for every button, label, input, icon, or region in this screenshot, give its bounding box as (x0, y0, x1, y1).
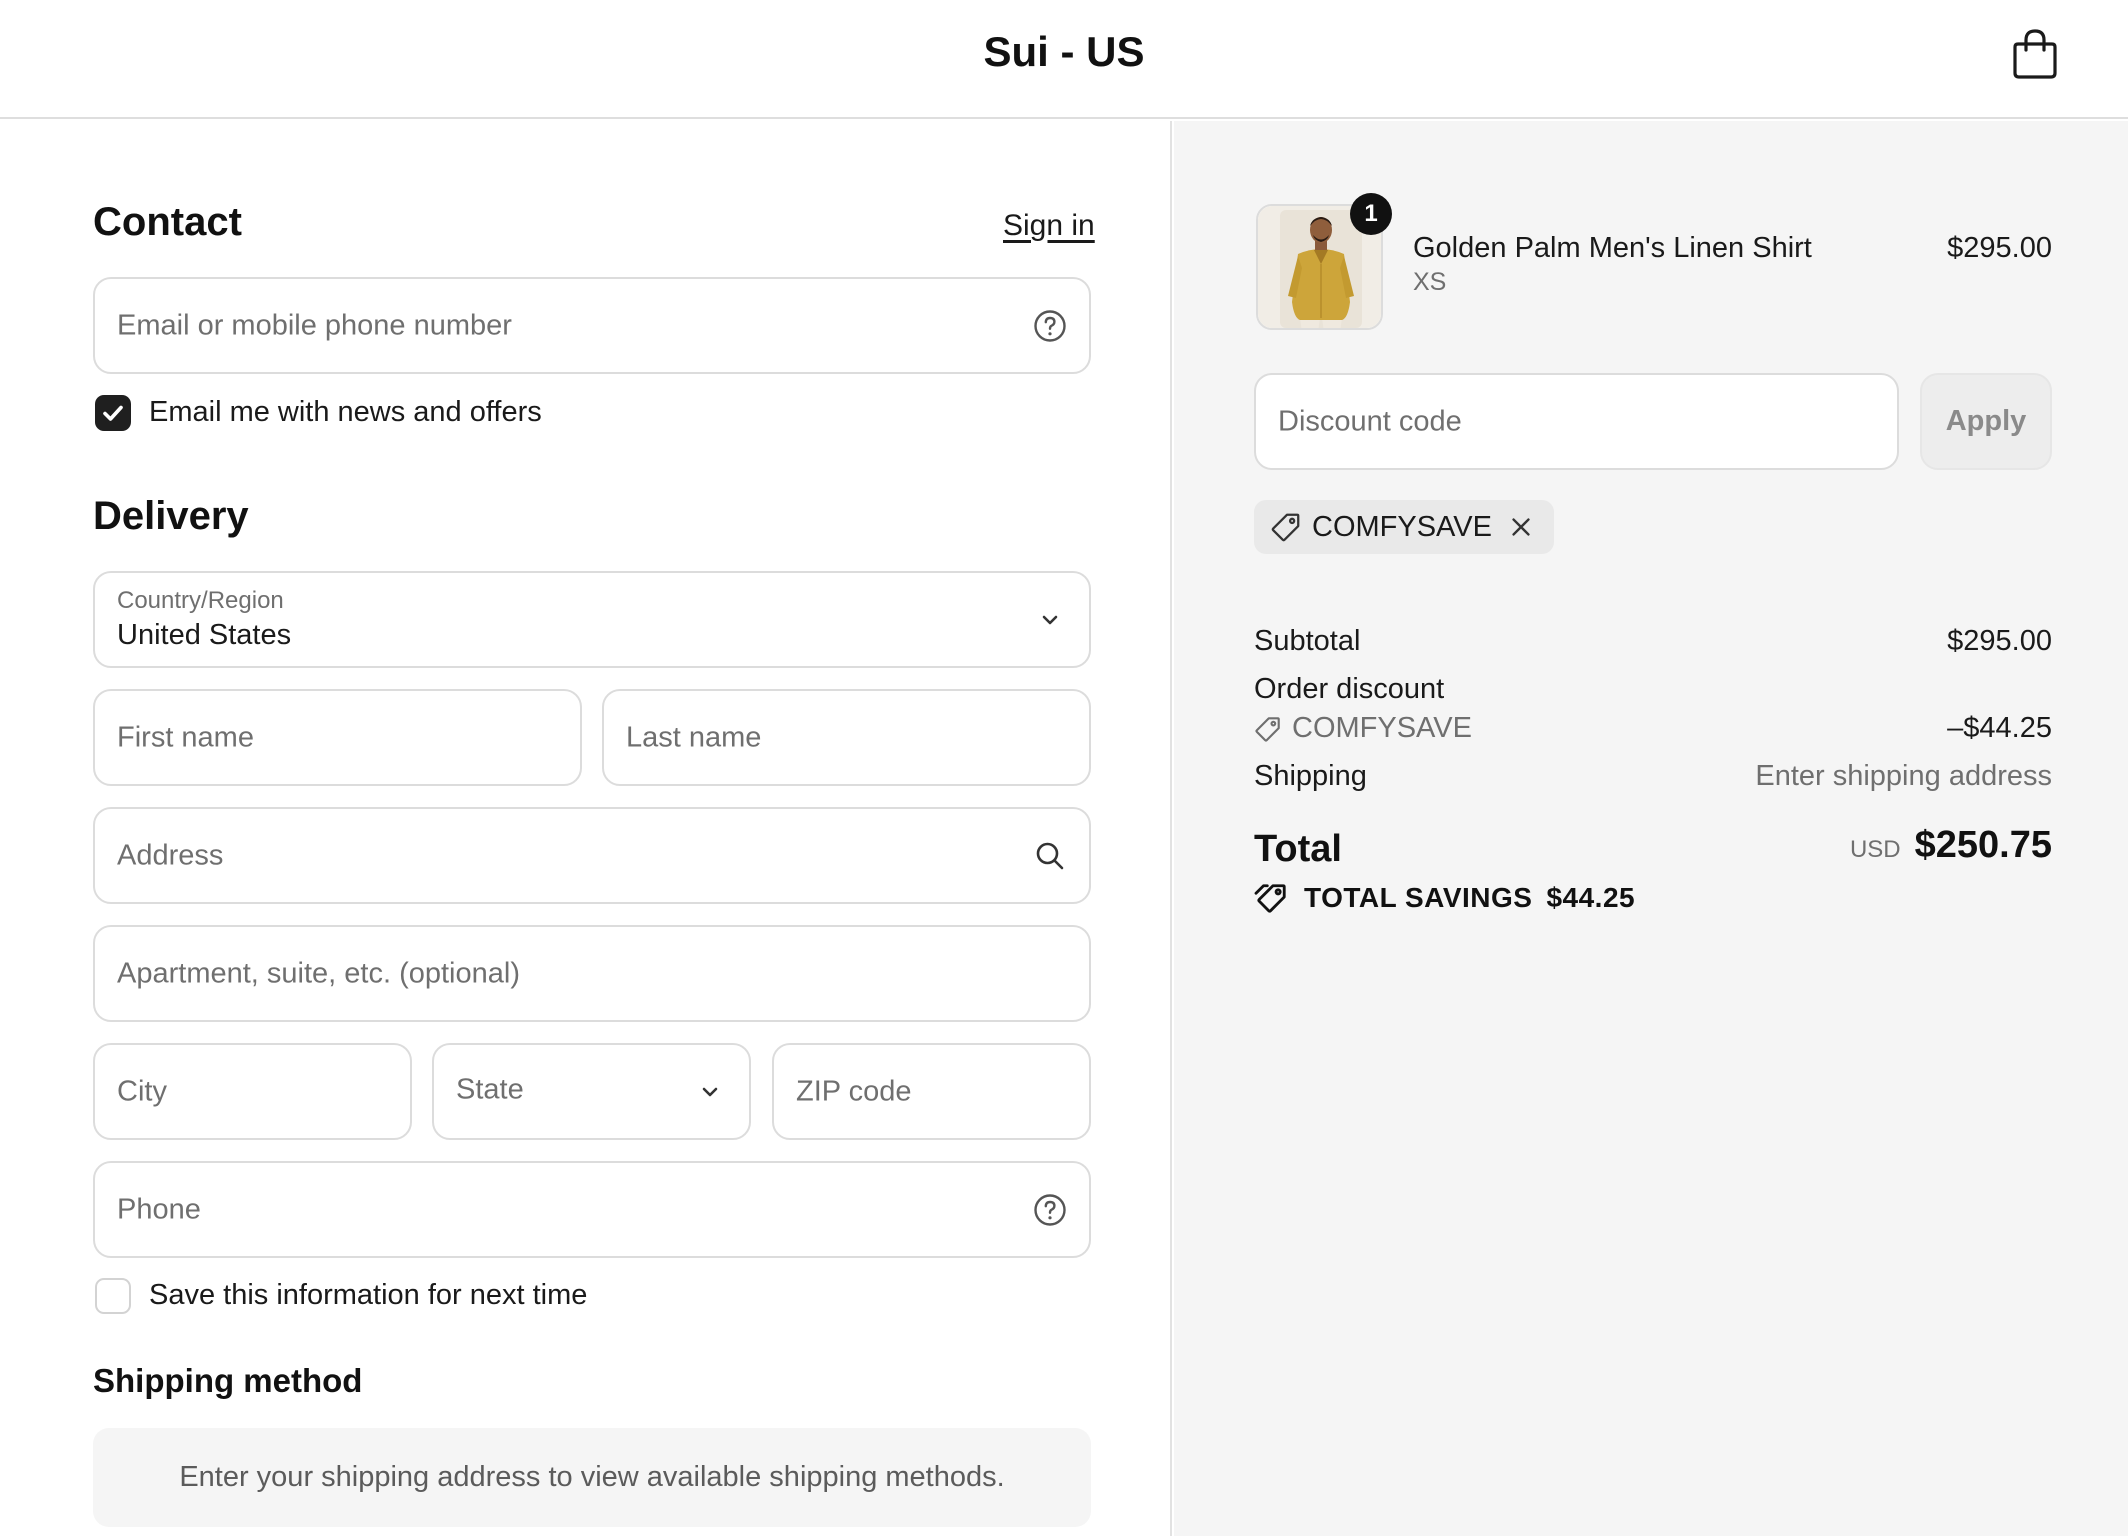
product-name: Golden Palm Men's Linen Shirt (1413, 232, 1812, 264)
order-discount-code-row: COMFYSAVE (1254, 712, 1472, 745)
state-placeholder: State (456, 1073, 524, 1106)
newsletter-label: Email me with news and offers (149, 396, 542, 428)
checkout-header: Sui - US (0, 0, 2128, 119)
city-field[interactable]: City (93, 1043, 412, 1140)
total-savings-label: TOTAL SAVINGS (1304, 882, 1533, 913)
country-label: Country/Region (117, 587, 284, 614)
zip-placeholder: ZIP code (796, 1075, 912, 1107)
total-currency: USD (1849, 836, 1901, 863)
chevron-down-icon (702, 1087, 718, 1096)
country-value: United States (117, 619, 292, 651)
email-field[interactable]: Email or mobile phone number (93, 277, 1091, 374)
applied-discount-code: COMFYSAVE (1312, 510, 1492, 543)
delivery-heading: Delivery (93, 494, 249, 538)
product-variant: XS (1413, 268, 1447, 296)
apartment-field[interactable]: Apartment, suite, etc. (optional) (93, 925, 1091, 1022)
apartment-placeholder: Apartment, suite, etc. (optional) (117, 957, 520, 989)
total-savings-value: $44.25 (1546, 882, 1636, 913)
contact-heading: Contact (93, 200, 242, 244)
address-placeholder: Address (117, 839, 224, 871)
apply-discount-button[interactable]: Apply (1920, 373, 2052, 470)
total-savings: TOTAL SAVINGS $44.25 (1254, 882, 1635, 914)
applied-discount-chip: COMFYSAVE (1254, 500, 1554, 554)
address-field[interactable]: Address (93, 807, 1091, 904)
discount-code-placeholder: Discount code (1278, 405, 1462, 437)
zip-field[interactable]: ZIP code (772, 1043, 1091, 1140)
phone-placeholder: Phone (117, 1193, 201, 1225)
shipping-label: Shipping (1254, 760, 1367, 792)
city-placeholder: City (117, 1075, 167, 1107)
shopping-bag-icon[interactable] (2012, 28, 2058, 80)
savings-tag-icon (1254, 884, 1286, 913)
email-placeholder: Email or mobile phone number (117, 309, 512, 341)
save-info-label: Save this information for next time (149, 1279, 588, 1311)
chevron-down-icon (1042, 615, 1058, 624)
newsletter-checkbox[interactable] (95, 395, 131, 431)
country-select[interactable]: Country/Region United States (93, 571, 1091, 668)
phone-field[interactable]: Phone (93, 1161, 1091, 1258)
first-name-field[interactable]: First name (93, 689, 582, 786)
close-icon[interactable] (1508, 514, 1534, 540)
total-value: USD $250.75 (1850, 824, 2052, 867)
last-name-placeholder: Last name (626, 721, 762, 753)
order-discount-code: COMFYSAVE (1292, 712, 1472, 744)
checkmark-icon (103, 405, 123, 421)
discount-code-field[interactable]: Discount code (1254, 373, 1899, 470)
shipping-method-notice: Enter your shipping address to view avai… (93, 1428, 1091, 1527)
store-title[interactable]: Sui - US (0, 28, 2128, 76)
help-circle-icon[interactable] (1033, 309, 1067, 343)
save-info-checkbox[interactable] (95, 1278, 131, 1314)
order-discount-value: –$44.25 (1947, 712, 2052, 744)
subtotal-value: $295.00 (1947, 625, 2052, 657)
total-amount: $250.75 (1914, 824, 2052, 866)
last-name-field[interactable]: Last name (602, 689, 1091, 786)
order-discount-label: Order discount (1254, 673, 1445, 705)
help-circle-icon[interactable] (1033, 1193, 1067, 1227)
state-select[interactable]: State (432, 1043, 751, 1140)
tag-icon (1255, 716, 1280, 742)
total-label: Total (1254, 828, 1342, 870)
shipping-method-heading: Shipping method (93, 1362, 363, 1399)
first-name-placeholder: First name (117, 721, 254, 753)
sign-in-link[interactable]: Sign in (1003, 209, 1095, 243)
tag-icon (1271, 513, 1300, 542)
search-icon (1036, 842, 1064, 869)
shipping-value: Enter shipping address (1755, 760, 2052, 792)
product-price: $295.00 (1947, 232, 2052, 264)
quantity-badge: 1 (1350, 193, 1392, 235)
subtotal-label: Subtotal (1254, 625, 1361, 657)
